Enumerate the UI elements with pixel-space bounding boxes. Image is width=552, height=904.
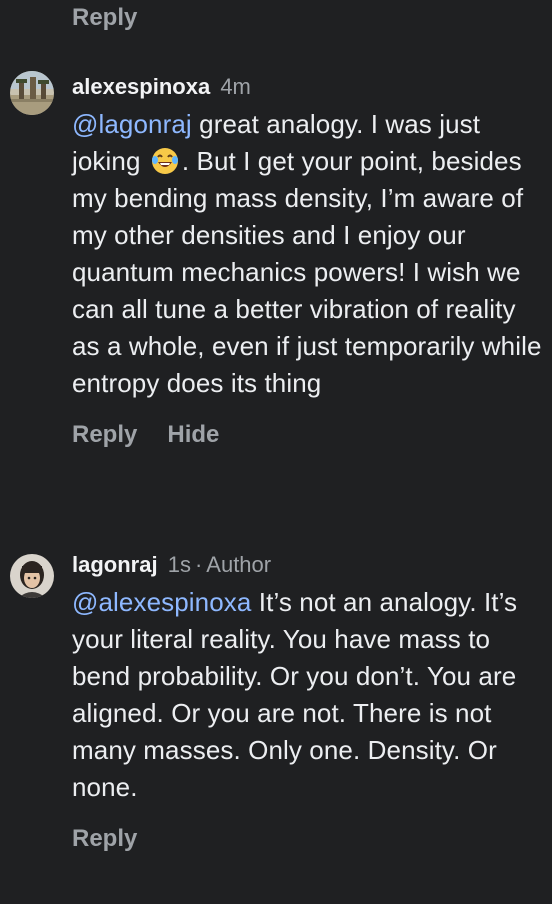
mention-link[interactable]: @lagonraj	[72, 109, 192, 139]
reply-button[interactable]: Reply	[72, 4, 137, 32]
username[interactable]: lagonraj	[72, 552, 158, 577]
mention-link[interactable]: @alexespinoxa	[72, 587, 251, 617]
reply-button[interactable]: Reply	[72, 825, 137, 852]
avatar[interactable]	[10, 71, 54, 115]
separator-dot: ·	[194, 552, 203, 577]
comment-actions: Reply	[72, 822, 542, 856]
comment-header: alexespinoxa 4m	[72, 68, 542, 106]
avatar-image	[10, 554, 54, 598]
comment-text: @lagonraj great analogy. I was just joki…	[72, 106, 542, 402]
reply-button[interactable]: Reply	[72, 421, 137, 448]
comment-actions: Reply Hide	[72, 418, 542, 452]
hide-button[interactable]: Hide	[167, 421, 219, 448]
username[interactable]: alexespinoxa	[72, 74, 210, 99]
avatar-image	[10, 71, 54, 115]
comments-thread: Reply alexespinoxa 4m @lagonraj great an…	[0, 0, 552, 904]
author-badge: Author	[206, 552, 272, 577]
comment-text-part: It’s not an analogy. It’s your literal r…	[72, 587, 518, 802]
avatar[interactable]	[10, 554, 54, 598]
comment-header: lagonraj 1s · Author	[72, 546, 542, 584]
comment-text-part: . But I get your point, besides my bendi…	[72, 146, 542, 398]
timestamp: 1s	[167, 552, 191, 577]
face-with-tears-of-joy-icon	[150, 146, 180, 176]
comment-text: @alexespinoxa It’s not an analogy. It’s …	[72, 584, 542, 806]
timestamp: 4m	[220, 74, 251, 99]
